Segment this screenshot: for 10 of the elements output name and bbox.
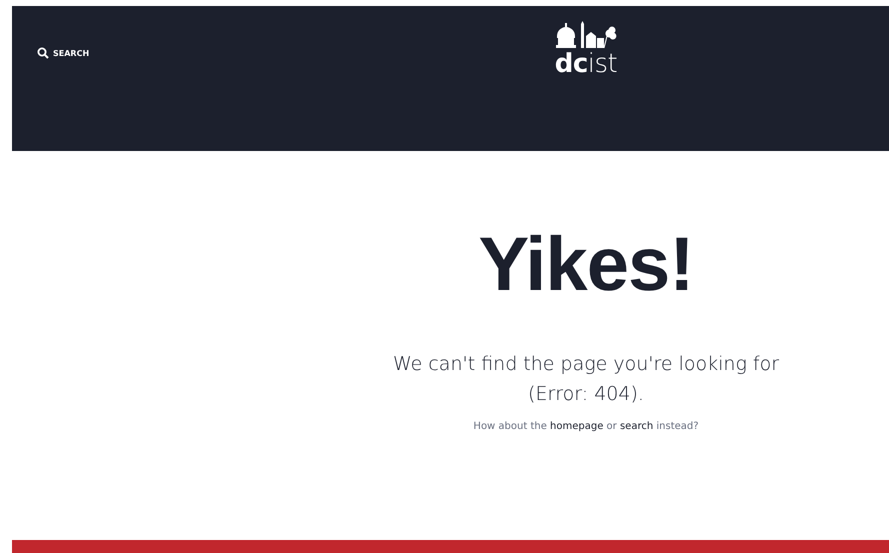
logo-text: dcist [554, 51, 618, 77]
search-icon [37, 47, 49, 59]
error-title: Yikes! [478, 227, 694, 303]
site-logo[interactable]: dcist [554, 20, 618, 77]
skyline-icon [554, 20, 618, 50]
suggestion-text: How about the homepage or search instead? [473, 421, 699, 432]
search-button[interactable]: SEARCH [35, 45, 92, 61]
text-link[interactable]: search [620, 421, 654, 432]
text-link[interactable]: homepage [550, 421, 604, 432]
error-message: We can't find the page you're looking for (Error: 404). [392, 352, 780, 407]
